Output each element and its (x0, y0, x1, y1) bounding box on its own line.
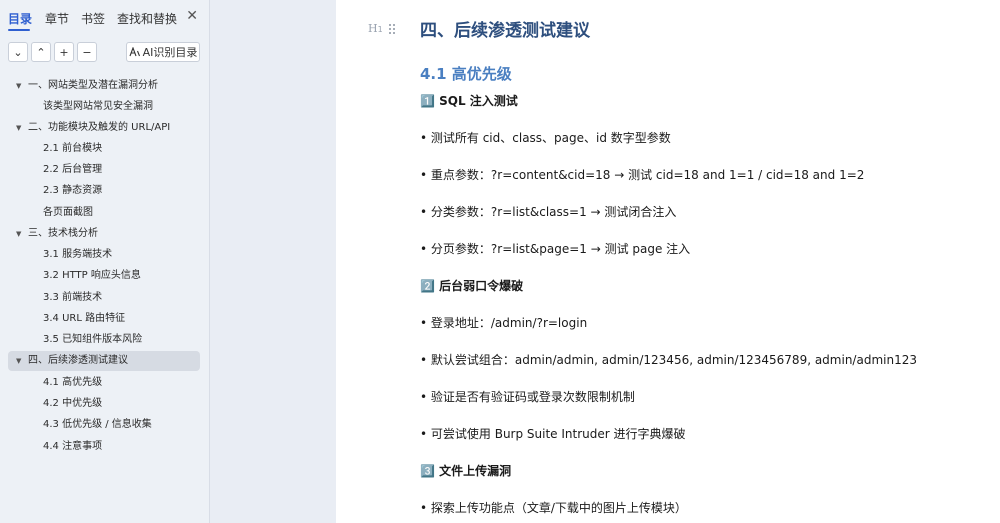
caret-down-icon[interactable]: ▼ (16, 76, 28, 96)
heading-1: 四、后续渗透测试建议 (420, 21, 590, 41)
bullet-item: • 分类参数：?r=list&class=1 → 测试闭合注入 (420, 205, 677, 219)
plus-icon: + (59, 45, 69, 59)
toc-item[interactable]: 4.3 低优先级 / 信息收集 (43, 415, 203, 435)
toc-item[interactable]: 各页面截图 (43, 203, 203, 223)
chevron-up-icon: ⌃ (36, 45, 46, 59)
toc-item-label: 3.1 服务端技术 (43, 249, 113, 260)
tab-chapters[interactable]: 章节 (45, 10, 69, 27)
toc-item[interactable]: 2.2 后台管理 (43, 160, 203, 180)
toc-item-label: 该类型网站常见安全漏洞 (43, 101, 153, 112)
toc-item-label: 3.2 HTTP 响应头信息 (43, 270, 141, 281)
toc-item[interactable]: 2.1 前台模块 (43, 139, 203, 159)
toc-item-label: 2.3 静态资源 (43, 185, 103, 196)
wps-document-window: 目录 章节 书签 查找和替换 ✕ ⌄ ⌃ + − AI识别目录 ▼ 一、网站类型… (0, 0, 1000, 523)
toc-item-label: 三、技术栈分析 (28, 228, 98, 239)
toc-item-label: 四、后续渗透测试建议 (28, 355, 128, 366)
caret-down-icon[interactable]: ▼ (16, 351, 28, 371)
toc-item-label: 二、功能模块及触发的 URL/API (28, 122, 171, 133)
toc-item-label: 3.3 前端技术 (43, 292, 103, 303)
toc-item-label: 2.2 后台管理 (43, 164, 103, 175)
toc-item[interactable]: 该类型网站常见安全漏洞 (43, 97, 203, 117)
toc-item-label: 各页面截图 (43, 207, 93, 218)
active-tab-indicator (8, 29, 30, 31)
toc-item-label: 4.4 注意事项 (43, 441, 103, 452)
toc-item-selected[interactable]: ▼ 四、后续渗透测试建议 (8, 351, 200, 371)
toc-item[interactable]: 4.2 中优先级 (43, 394, 203, 414)
bullet-item: • 分页参数：?r=list&page=1 → 测试 page 注入 (420, 242, 691, 256)
toc-item-label: 2.1 前台模块 (43, 143, 103, 154)
toc-item-label: 3.5 已知组件版本风险 (43, 334, 143, 345)
toc-item[interactable]: 4.1 高优先级 (43, 373, 203, 393)
section-title: 1️⃣ SQL 注入测试 (420, 94, 518, 108)
section-title: 3️⃣ 文件上传漏洞 (420, 464, 512, 478)
tab-toc[interactable]: 目录 (8, 10, 32, 27)
tab-bookmarks[interactable]: 书签 (81, 10, 105, 27)
toc-item-label: 一、网站类型及潜在漏洞分析 (28, 80, 158, 91)
chevron-down-icon: ⌄ (13, 45, 23, 59)
bullet-item: • 测试所有 cid、class、page、id 数字型参数 (420, 131, 671, 145)
section-title: 2️⃣ 后台弱口令爆破 (420, 279, 524, 293)
toc-item[interactable]: ▼ 二、功能模块及触发的 URL/API (16, 118, 204, 138)
toc-toolbar: ⌄ ⌃ + − AI识别目录 (0, 42, 210, 66)
heading-2: 4.1 高优先级 (420, 65, 512, 83)
toc-item[interactable]: ▼ 一、网站类型及潜在漏洞分析 (16, 76, 204, 96)
add-heading-button[interactable]: + (54, 42, 74, 62)
toc-item[interactable]: 3.5 已知组件版本风险 (43, 330, 203, 350)
remove-heading-button[interactable]: − (77, 42, 97, 62)
bullet-item: • 探索上传功能点（文章/下载中的图片上传模块） (420, 501, 687, 515)
collapse-all-button[interactable]: ⌄ (8, 42, 28, 62)
toc-item-label: 4.3 低优先级 / 信息收集 (43, 419, 152, 430)
canvas-margin (210, 0, 336, 523)
close-icon[interactable]: ✕ (186, 8, 198, 24)
drag-handle-icon (389, 24, 396, 34)
toc-item[interactable]: 4.4 注意事项 (43, 437, 203, 457)
ai-icon (129, 47, 140, 57)
ai-recognize-label: AI识别目录 (142, 46, 198, 59)
tab-find-replace[interactable]: 查找和替换 (117, 10, 177, 27)
minus-icon: − (82, 45, 92, 59)
toc-item-label: 3.4 URL 路由特征 (43, 313, 126, 324)
toc-item[interactable]: ▼ 三、技术栈分析 (16, 224, 204, 244)
ai-recognize-toc-button[interactable]: AI识别目录 (126, 42, 200, 62)
expand-all-button[interactable]: ⌃ (31, 42, 51, 62)
bullet-item: • 登录地址：/admin/?r=login (420, 316, 588, 330)
heading-level-subscript: 1 (377, 25, 383, 34)
caret-down-icon[interactable]: ▼ (16, 118, 28, 138)
toc-item[interactable]: 3.4 URL 路由特征 (43, 309, 203, 329)
toc-item-label: 4.2 中优先级 (43, 398, 103, 409)
heading-drag-handle[interactable]: H1 (368, 22, 396, 35)
caret-down-icon[interactable]: ▼ (16, 224, 28, 244)
toc-item[interactable]: 3.3 前端技术 (43, 288, 203, 308)
bullet-item: • 可尝试使用 Burp Suite Intruder 进行字典爆破 (420, 427, 686, 441)
sidebar-tabs: 目录 章节 书签 查找和替换 ✕ (0, 0, 210, 36)
toc-item[interactable]: 3.1 服务端技术 (43, 245, 203, 265)
navigation-sidebar: 目录 章节 书签 查找和替换 ✕ ⌄ ⌃ + − AI识别目录 ▼ 一、网站类型… (0, 0, 210, 523)
bullet-item: • 默认尝试组合：admin/admin, admin/123456, admi… (420, 353, 917, 367)
toc-item[interactable]: 2.3 静态资源 (43, 181, 203, 201)
toc-item-label: 4.1 高优先级 (43, 377, 103, 388)
heading-level-icon: H (368, 22, 378, 35)
bullet-item: • 验证是否有验证码或登录次数限制机制 (420, 390, 635, 404)
toc-item[interactable]: 3.2 HTTP 响应头信息 (43, 266, 203, 286)
bullet-item: • 重点参数：?r=content&cid=18 → 测试 cid=18 and… (420, 168, 865, 182)
